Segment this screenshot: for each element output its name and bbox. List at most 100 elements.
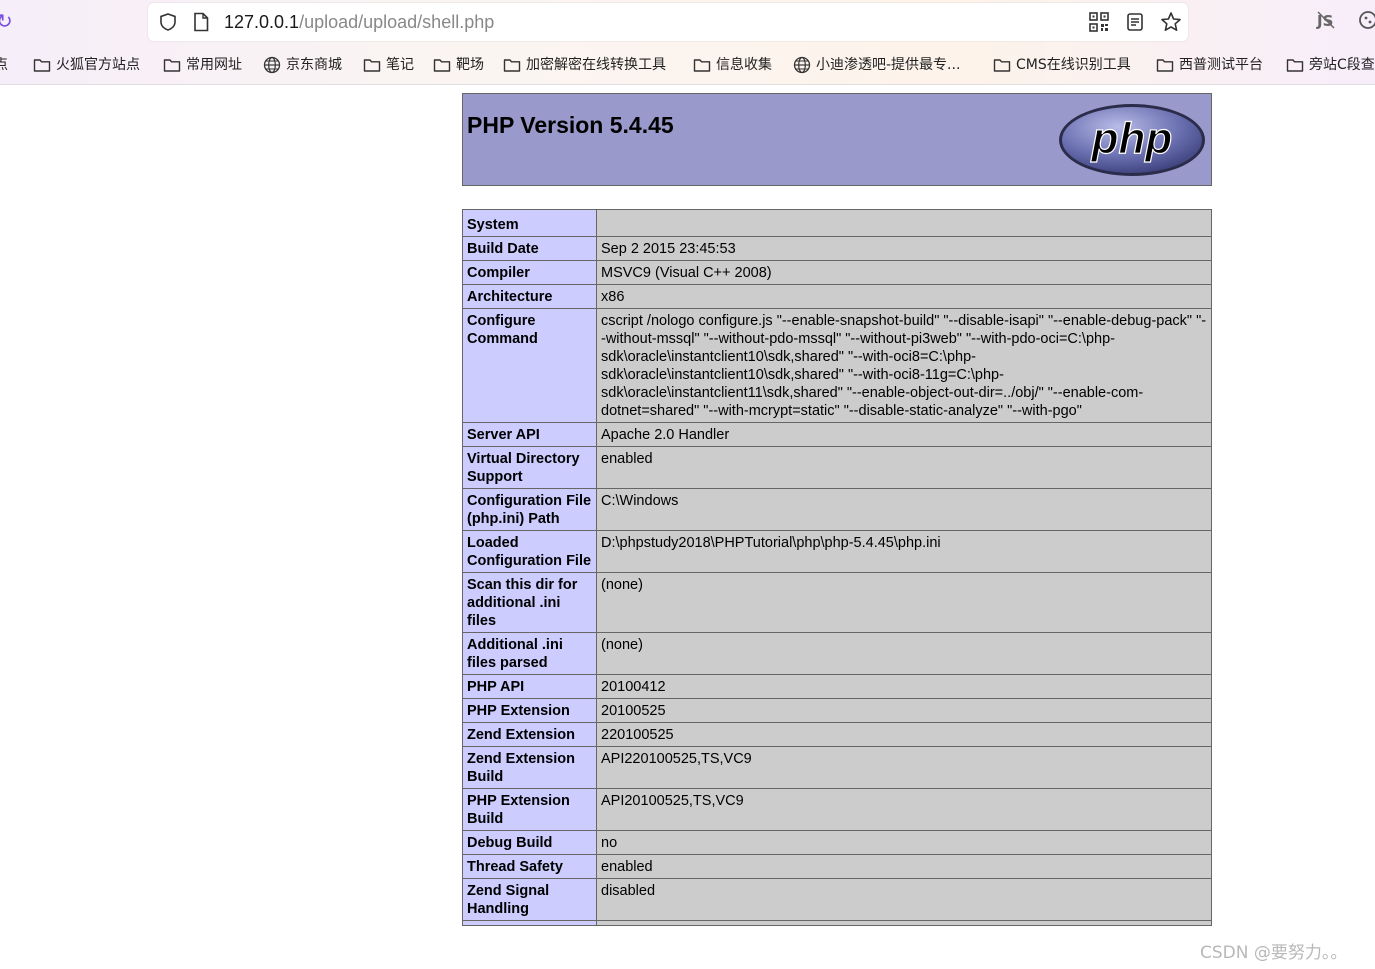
bookmark-label: 加密解密在线转换工具: [526, 57, 666, 73]
table-row: Build Date Sep 2 2015 23:45:53: [462, 236, 1212, 261]
bookmark-item[interactable]: 信息收集: [693, 52, 772, 78]
bookmark-item[interactable]: CMS在线识别工具: [993, 52, 1131, 78]
row-value: C:\Windows: [596, 488, 1212, 531]
folder-icon: [503, 59, 521, 72]
bookmark-item[interactable]: 京东商城: [263, 52, 342, 78]
row-value: API20100525,TS,VC9: [596, 788, 1212, 831]
qr-code-icon[interactable]: [1088, 11, 1110, 33]
address-bar[interactable]: 127.0.0.1/upload/upload/shell.php: [148, 3, 1188, 41]
table-row: Loaded Configuration File D:\phpstudy2018…: [462, 530, 1212, 573]
table-row: Debug Build no: [462, 830, 1212, 855]
folder-icon: [433, 59, 451, 72]
globe-icon: [263, 56, 281, 74]
row-key: Configure Command: [462, 308, 597, 423]
php-logo[interactable]: php: [1057, 102, 1207, 178]
bookmark-item[interactable]: 靶场: [433, 52, 484, 78]
bookmark-label: 小迪渗透吧-提供最专...: [816, 57, 961, 73]
browser-toolbar: ↻ 127.0.0.1/upload/upload/shell.php JS 点…: [0, 0, 1375, 85]
bookmark-label: 靶场: [456, 57, 484, 73]
row-key: Zend Extension: [462, 722, 597, 747]
row-value: no: [596, 830, 1212, 855]
csdn-watermark: CSDN @要努力。。: [1200, 943, 1348, 963]
row-key: PHP Extension: [462, 698, 597, 723]
table-row: Virtual Directory Support enabled: [462, 446, 1212, 489]
bookmark-label: CMS在线识别工具: [1016, 57, 1131, 73]
bookmark-label: 西普测试平台: [1179, 57, 1263, 73]
svg-text:JS: JS: [1316, 12, 1333, 30]
cookie-icon[interactable]: [1358, 10, 1375, 30]
row-value: [596, 209, 1212, 237]
row-value: 220100525: [596, 722, 1212, 747]
bookmark-item[interactable]: 西普测试平台: [1156, 52, 1263, 78]
bookmark-label: 京东商城: [286, 57, 342, 73]
bookmark-label: 点: [0, 57, 8, 73]
table-row: Compiler MSVC9 (Visual C++ 2008): [462, 260, 1212, 285]
reader-view-icon[interactable]: [1124, 11, 1146, 33]
bookmark-item[interactable]: 笔记: [363, 52, 414, 78]
address-bar-actions: [1088, 11, 1182, 33]
table-row: Configuration File (php.ini) Path C:\Wind…: [462, 488, 1212, 531]
folder-icon: [363, 59, 381, 72]
row-value: Sep 2 2015 23:45:53: [596, 236, 1212, 261]
table-row: Configure Command cscript /nologo configu…: [462, 308, 1212, 423]
row-key: Configuration File (php.ini) Path: [462, 488, 597, 531]
row-key: Compiler: [462, 260, 597, 285]
row-key: Architecture: [462, 284, 597, 309]
bookmark-item[interactable]: 旁站C段查: [1286, 52, 1375, 78]
table-row: Zend Extension Build API220100525,TS,VC9: [462, 746, 1212, 789]
table-row: Additional .ini files parsed (none): [462, 632, 1212, 675]
row-value: [596, 920, 1212, 926]
row-key: Additional .ini files parsed: [462, 632, 597, 675]
table-row: Scan this dir for additional .ini files(…: [462, 572, 1212, 633]
row-value: (none): [596, 632, 1212, 675]
folder-icon: [993, 59, 1011, 72]
row-key: Zend Signal Handling: [462, 878, 597, 921]
url-text[interactable]: 127.0.0.1/upload/upload/shell.php: [224, 11, 494, 33]
row-value: 20100412: [596, 674, 1212, 699]
row-key: Scan this dir for additional .ini files: [462, 572, 597, 633]
row-value: Apache 2.0 Handler: [596, 422, 1212, 447]
php-info-table: System Build Date Sep 2 2015 23:45:53 Compi…: [462, 209, 1212, 926]
row-value: (none): [596, 572, 1212, 633]
row-key: Build Date: [462, 236, 597, 261]
row-key: Debug Build: [462, 830, 597, 855]
row-key: PHP API: [462, 674, 597, 699]
folder-icon: [33, 59, 51, 72]
row-value: cscript /nologo configure.js "--enable-s…: [596, 308, 1212, 423]
folder-icon: [163, 59, 181, 72]
php-version-header: PHP Version 5.4.45 php: [462, 93, 1212, 186]
bookmark-label: 旁站C段查: [1309, 57, 1375, 73]
javascript-toggle-icon[interactable]: JS: [1316, 10, 1336, 30]
bookmark-item[interactable]: 加密解密在线转换工具: [503, 52, 666, 78]
bookmarks-toolbar: 点 火狐官方站点 常用网址 京东商城 笔记 靶场 加密解密在线转换工具 信息收集 小迪渗透吧-提…: [0, 52, 1375, 78]
bookmark-star-icon[interactable]: [1160, 11, 1182, 33]
page-icon[interactable]: [192, 12, 210, 32]
table-row: [462, 920, 1212, 926]
folder-icon: [1286, 59, 1304, 72]
extension-icons: JS: [1316, 10, 1375, 30]
row-key: Server API: [462, 422, 597, 447]
bookmark-item[interactable]: 小迪渗透吧-提供最专...: [793, 52, 960, 78]
table-row: PHP Extension 20100525: [462, 698, 1212, 723]
shield-icon[interactable]: [158, 12, 178, 32]
bookmark-item[interactable]: 火狐官方站点: [33, 52, 140, 78]
row-value: 20100525: [596, 698, 1212, 723]
folder-icon: [1156, 59, 1174, 72]
row-value: enabled: [596, 854, 1212, 879]
table-row: Zend Signal Handling disabled: [462, 878, 1212, 921]
reload-icon[interactable]: ↻: [0, 10, 18, 32]
row-key: PHP Extension Build: [462, 788, 597, 831]
row-key: Thread Safety: [462, 854, 597, 879]
row-key: Virtual Directory Support: [462, 446, 597, 489]
row-key: System: [462, 209, 597, 237]
bookmark-label: 常用网址: [186, 57, 242, 73]
bookmark-label: 笔记: [386, 57, 414, 73]
bookmark-item[interactable]: 常用网址: [163, 52, 242, 78]
row-value: MSVC9 (Visual C++ 2008): [596, 260, 1212, 285]
table-row: PHP API 20100412: [462, 674, 1212, 699]
bookmark-item[interactable]: 点: [0, 52, 8, 78]
table-row: System: [462, 209, 1212, 237]
row-value: disabled: [596, 878, 1212, 921]
url-path: /upload/upload/shell.php: [299, 12, 495, 32]
row-key: [462, 920, 597, 926]
